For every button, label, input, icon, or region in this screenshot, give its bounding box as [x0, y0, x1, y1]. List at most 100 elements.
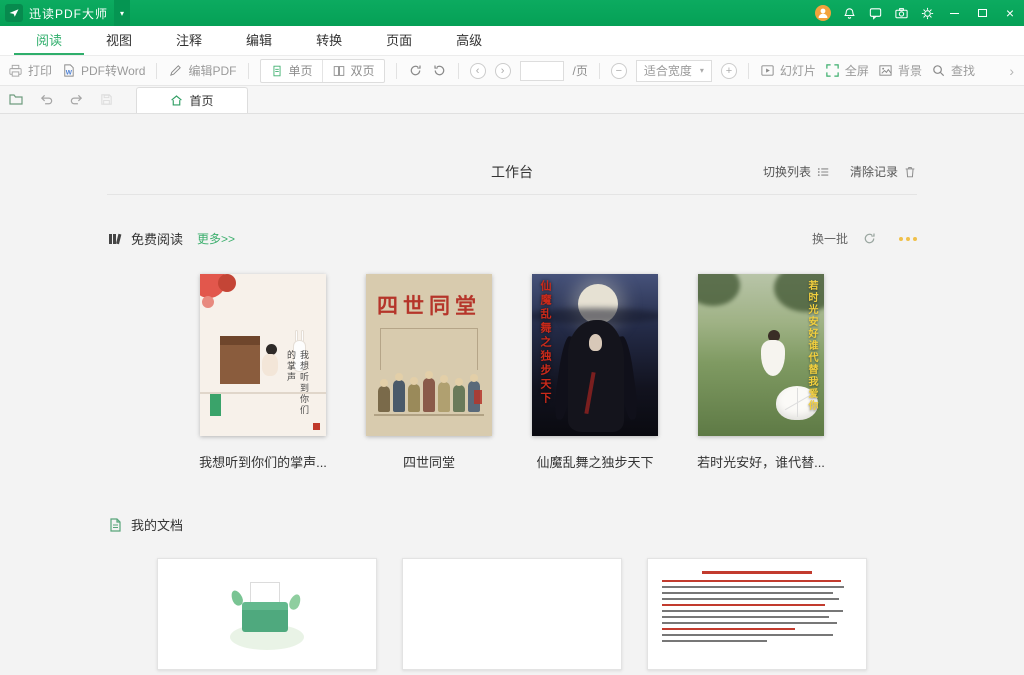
find-button[interactable]: 查找 — [931, 62, 975, 79]
edit-pdf-button[interactable]: 编辑PDF — [168, 62, 236, 79]
maximize-button[interactable] — [968, 0, 996, 26]
undo-button[interactable] — [36, 92, 56, 107]
illustration-leaf — [287, 593, 302, 612]
fullscreen-icon — [825, 63, 840, 78]
svg-text:W: W — [66, 69, 73, 76]
tab-convert[interactable]: 转换 — [294, 26, 364, 55]
change-batch-button[interactable]: 换一批 — [812, 230, 848, 247]
more-options-button[interactable] — [899, 237, 917, 241]
tab-advanced[interactable]: 高级 — [434, 26, 504, 55]
minimize-icon — [950, 13, 959, 14]
close-button[interactable]: × — [996, 0, 1024, 26]
prev-page-button[interactable]: ‹ — [470, 63, 486, 79]
tab-annotate[interactable]: 注释 — [154, 26, 224, 55]
minimize-button[interactable] — [940, 0, 968, 26]
cover-art-seal — [474, 390, 482, 404]
close-icon: × — [1006, 6, 1014, 20]
maximize-icon — [978, 9, 987, 17]
list-view-icon — [816, 165, 830, 179]
tab-view[interactable]: 视图 — [84, 26, 154, 55]
open-file-button[interactable] — [6, 91, 26, 107]
screenshot-button[interactable] — [888, 0, 914, 26]
book-cover[interactable]: 若时光安好谁代替我爱你 — [698, 274, 824, 436]
search-icon — [931, 63, 946, 78]
tab-page[interactable]: 页面 — [364, 26, 434, 55]
more-link[interactable]: 更多>> — [197, 230, 235, 247]
toolbar-overflow-button[interactable]: › — [1007, 63, 1016, 79]
zoom-out-button[interactable]: − — [611, 63, 627, 79]
document-thumbnail[interactable] — [157, 558, 377, 670]
pdf-to-word-icon: W — [61, 63, 76, 78]
rotate-left-icon — [432, 63, 447, 78]
app-logo-icon — [5, 4, 23, 22]
cover-title-line: 若时光安好 — [806, 280, 817, 340]
fullscreen-button[interactable]: 全屏 — [825, 62, 869, 79]
tab-edit[interactable]: 编辑 — [224, 26, 294, 55]
background-icon — [878, 63, 893, 78]
folder-open-icon — [8, 91, 24, 107]
zoom-mode-select[interactable]: 适合宽度 ▾ — [636, 60, 712, 82]
book-item[interactable]: 四世同堂 四世同堂 — [366, 274, 492, 471]
single-page-icon — [270, 64, 284, 78]
account-button[interactable] — [810, 0, 836, 26]
book-title: 若时光安好，谁代替... — [697, 452, 825, 471]
cover-art-figure — [262, 354, 278, 376]
app-window: 迅读PDF大师 ▾ × 阅读 — [0, 0, 1024, 675]
tab-home[interactable]: 首页 — [136, 87, 248, 113]
printer-icon — [8, 63, 23, 78]
find-label: 查找 — [951, 62, 975, 79]
switch-list-label: 切换列表 — [763, 163, 811, 180]
app-menu-caret[interactable]: ▾ — [114, 0, 130, 26]
tab-read[interactable]: 阅读 — [14, 26, 84, 55]
feedback-button[interactable] — [862, 0, 888, 26]
clear-records-button[interactable]: 清除记录 — [850, 163, 917, 180]
free-reading-header: 免费阅读 更多>> 换一批 — [107, 229, 917, 248]
redo-button[interactable] — [66, 92, 86, 107]
save-button[interactable] — [96, 92, 116, 107]
book-cover[interactable]: 四世同堂 — [366, 274, 492, 436]
rotate-left-button[interactable] — [432, 63, 447, 78]
toolbar-separator — [748, 63, 749, 79]
notifications-button[interactable] — [836, 0, 862, 26]
book-item[interactable]: 我想听到你们的掌声 我想听到你们的掌声... — [200, 274, 326, 471]
page-number-input[interactable] — [520, 61, 564, 81]
book-item[interactable]: 若时光安好谁代替我爱你 若时光安好，谁代替... — [698, 274, 824, 471]
my-documents-header: 我的文档 — [107, 515, 917, 534]
cover-art-flower — [202, 296, 214, 308]
zoom-mode-label: 适合宽度 — [644, 62, 692, 79]
edit-pdf-label: 编辑PDF — [188, 62, 236, 79]
app-title: 迅读PDF大师 — [29, 5, 108, 22]
single-page-button[interactable]: 单页 — [261, 60, 322, 82]
cover-title-vertical: 仙魔乱舞之独步天下 — [537, 280, 553, 406]
book-cover[interactable]: 我想听到你们的掌声 — [200, 274, 326, 436]
pdf-to-word-button[interactable]: W PDF转Word — [61, 62, 145, 79]
book-title: 四世同堂 — [403, 452, 455, 471]
double-page-button[interactable]: 双页 — [322, 60, 384, 82]
slideshow-button[interactable]: 幻灯片 — [760, 62, 816, 79]
avatar-icon — [815, 5, 831, 21]
ribbon-tabs: 阅读 视图 注释 编辑 转换 页面 高级 — [0, 26, 1024, 56]
toolbar-separator — [458, 63, 459, 79]
cover-art-flower — [218, 274, 236, 292]
settings-button[interactable] — [914, 0, 940, 26]
titlebar: 迅读PDF大师 ▾ × — [0, 0, 1024, 26]
pdf-to-word-label: PDF转Word — [81, 62, 145, 79]
refresh-icon[interactable] — [862, 231, 877, 246]
page-suffix-label: /页 — [573, 62, 588, 79]
next-page-button[interactable]: › — [495, 63, 511, 79]
chat-icon — [868, 6, 883, 21]
background-button[interactable]: 背景 — [878, 62, 922, 79]
book-item[interactable]: 仙魔乱舞之独步天下 仙魔乱舞之独步天下 — [532, 274, 658, 471]
print-button[interactable]: 打印 — [8, 62, 52, 79]
zoom-in-button[interactable]: + — [721, 63, 737, 79]
document-illustration — [222, 578, 312, 652]
switch-list-button[interactable]: 切换列表 — [763, 163, 830, 180]
toolbar-separator — [248, 63, 249, 79]
my-documents-title: 我的文档 — [131, 515, 183, 534]
cover-art-seal — [313, 423, 320, 430]
cover-art-face — [589, 334, 602, 351]
rotate-right-button[interactable] — [408, 63, 423, 78]
document-thumbnail[interactable] — [402, 558, 622, 670]
book-cover[interactable]: 仙魔乱舞之独步天下 — [532, 274, 658, 436]
document-thumbnail[interactable] — [647, 558, 867, 670]
